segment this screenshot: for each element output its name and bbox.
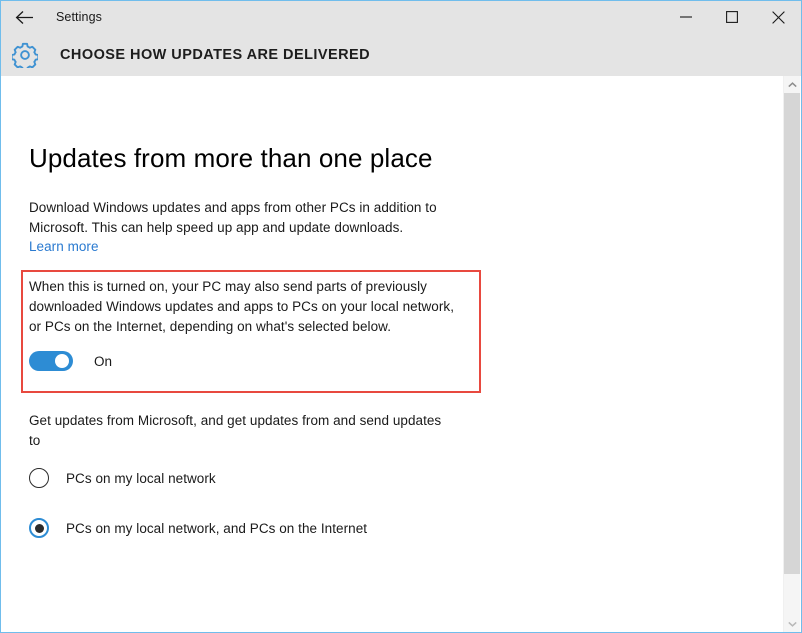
radio-icon-selected [29, 518, 49, 538]
learn-more-link[interactable]: Learn more [29, 239, 99, 254]
intro-paragraph: Download Windows updates and apps from o… [29, 200, 437, 235]
content-area: Updates from more than one place Downloa… [2, 76, 784, 632]
sharing-toggle-section: When this is turned on, your PC may also… [29, 277, 475, 371]
scroll-thumb[interactable] [784, 93, 800, 574]
radio-option-label: PCs on my local network [66, 470, 216, 486]
radio-option-local-network[interactable]: PCs on my local network [29, 468, 216, 488]
page-title: Updates from more than one place [29, 143, 433, 173]
sharing-toggle-switch[interactable] [29, 351, 73, 371]
gear-icon [1, 42, 49, 68]
chevron-up-icon [787, 81, 797, 88]
page-header-title: CHOOSE HOW UPDATES ARE DELIVERED [60, 46, 371, 63]
chevron-down-icon [787, 621, 797, 627]
scroll-down-button[interactable] [784, 615, 800, 632]
radio-option-label: PCs on my local network, and PCs on the … [66, 520, 368, 536]
caption-buttons [663, 1, 801, 33]
back-button[interactable] [1, 1, 47, 33]
minimize-icon [680, 11, 692, 23]
toggle-knob [55, 354, 69, 368]
settings-window: Settings CHOOSE HOW UPDATES ARE DELIVERE… [0, 0, 802, 633]
toggle-row[interactable]: On [29, 351, 475, 371]
title-bar: Settings [1, 1, 801, 33]
vertical-scrollbar[interactable] [783, 76, 800, 632]
radio-icon-unselected [29, 468, 49, 488]
content-inner: Updates from more than one place Downloa… [2, 76, 784, 538]
toggle-state-label: On [94, 353, 113, 369]
maximize-icon [726, 11, 738, 23]
radio-inner-dot [34, 523, 44, 533]
minimize-button[interactable] [663, 1, 709, 33]
close-icon [771, 10, 785, 24]
app-title: Settings [56, 10, 102, 24]
scroll-up-button[interactable] [784, 76, 800, 93]
radio-option-local-and-internet[interactable]: PCs on my local network, and PCs on the … [29, 518, 367, 538]
radio-group-label: Get updates from Microsoft, and get upda… [29, 413, 442, 448]
page-header: CHOOSE HOW UPDATES ARE DELIVERED [1, 33, 801, 76]
maximize-button[interactable] [709, 1, 755, 33]
back-arrow-icon [15, 10, 34, 25]
toggle-description: When this is turned on, your PC may also… [29, 279, 454, 334]
close-button[interactable] [755, 1, 801, 33]
